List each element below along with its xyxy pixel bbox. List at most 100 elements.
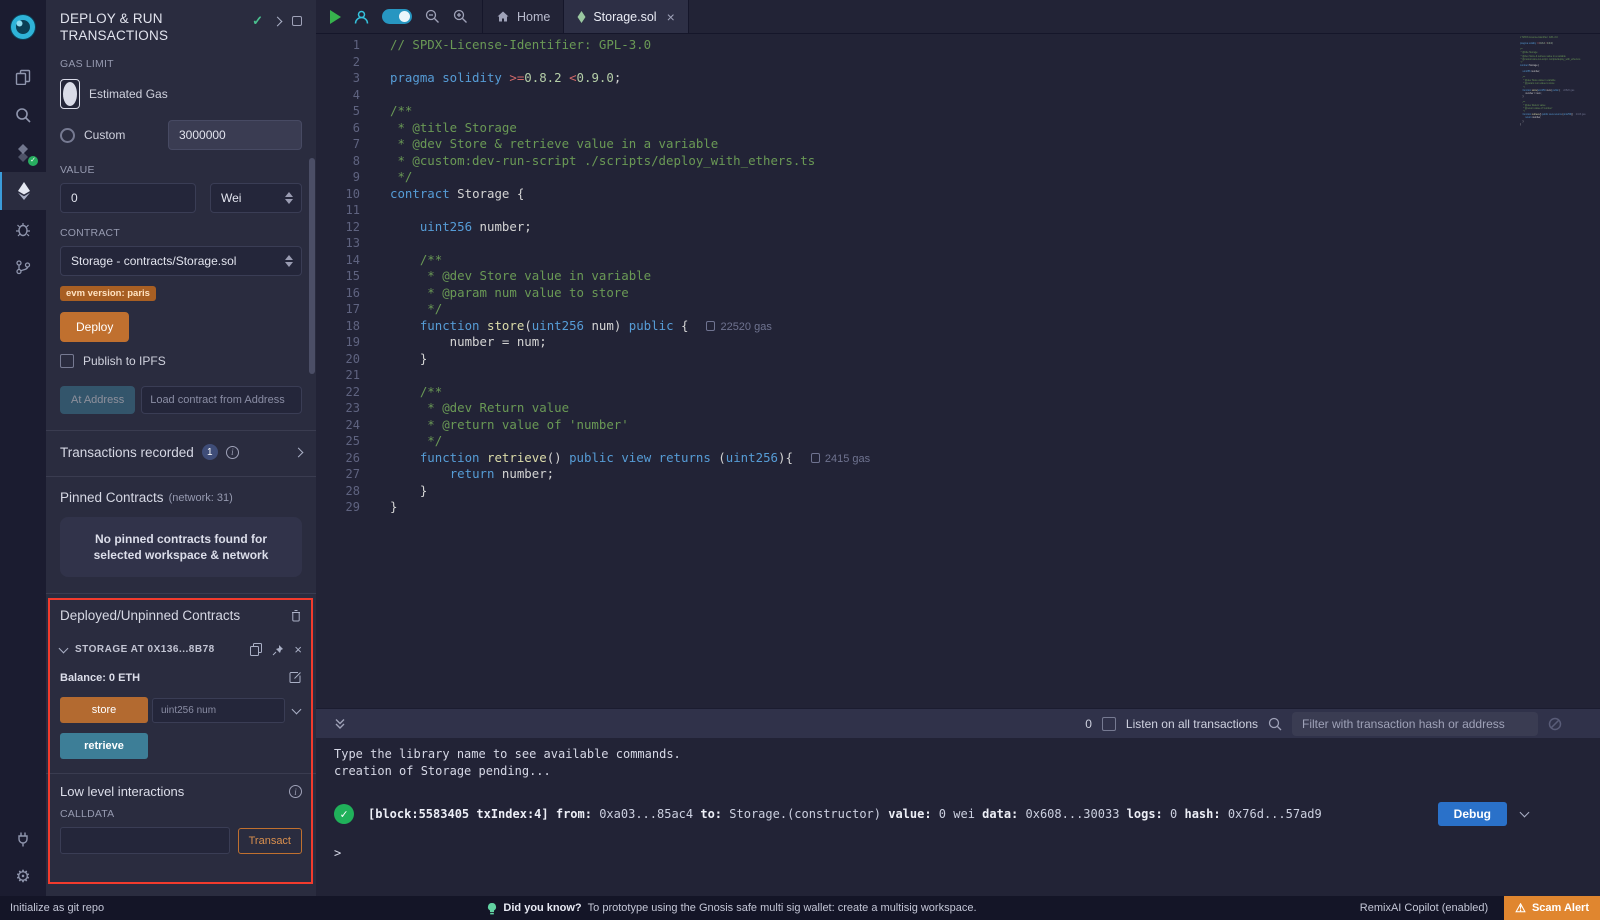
copilot-status[interactable]: RemixAI Copilot (enabled) <box>1360 902 1488 914</box>
low-level-title: Low level interactions <box>60 784 184 799</box>
copilot-toggle[interactable] <box>382 9 412 24</box>
estimated-gas-label: Estimated Gas <box>89 87 168 101</box>
filter-input[interactable] <box>1292 712 1538 736</box>
line-number: 15 <box>316 268 360 285</box>
transaction-log-row[interactable]: ✓ [block:5583405 txIndex:4] from: 0xa03.… <box>334 802 1600 826</box>
code-line: /** <box>390 252 1600 269</box>
code-editor[interactable]: 1234567891011121314151617181920212223242… <box>316 34 1600 708</box>
transact-button[interactable]: Transact <box>238 828 302 854</box>
retrieve-button[interactable]: retrieve <box>60 733 148 759</box>
plug-icon <box>15 831 31 847</box>
store-args-input[interactable] <box>152 698 285 723</box>
gas-annotation: 2415 gas <box>811 453 870 465</box>
code-line <box>390 202 1600 219</box>
rail-item-git[interactable] <box>0 248 46 286</box>
editor-code[interactable]: // SPDX-License-Identifier: GPL-3.0 pragm… <box>374 34 1600 708</box>
minimap[interactable]: // SPDX-License-Identifier: GPL-3.0pragm… <box>1520 36 1586 126</box>
store-expand-icon[interactable] <box>292 704 302 714</box>
terminal-prompt[interactable]: > <box>334 846 1600 860</box>
instance-expand-icon[interactable] <box>59 643 69 653</box>
line-number: 11 <box>316 202 360 219</box>
trash-icon[interactable] <box>290 609 302 622</box>
editor-toolbar: Home Storage.sol × <box>316 0 1600 34</box>
home-icon <box>496 10 510 23</box>
ai-assistant-icon[interactable] <box>354 10 369 24</box>
store-button[interactable]: store <box>60 697 148 723</box>
listen-checkbox[interactable] <box>1102 717 1116 731</box>
publish-ipfs-checkbox[interactable] <box>60 354 74 368</box>
transactions-expand-icon[interactable] <box>294 447 304 457</box>
line-number: 23 <box>316 400 360 417</box>
code-line: */ <box>390 433 1600 450</box>
panel-collapse-icon[interactable] <box>273 16 283 26</box>
code-line: function retrieve() public view returns … <box>390 450 1600 467</box>
tab-close-icon[interactable]: × <box>667 10 675 24</box>
custom-gas-radio[interactable] <box>60 128 75 143</box>
contract-select[interactable]: Storage - contracts/Storage.sol <box>60 246 302 276</box>
value-label: VALUE <box>60 164 302 176</box>
deploy-button[interactable]: Deploy <box>60 312 129 342</box>
terminal[interactable]: Type the library name to see available c… <box>316 738 1600 896</box>
gear-icon: ⚙ <box>15 867 30 887</box>
info-icon[interactable]: i <box>226 446 239 459</box>
value-unit-selected: Wei <box>221 191 241 205</box>
value-unit-select[interactable]: Wei <box>210 183 302 213</box>
search-icon <box>15 107 31 123</box>
tx-log-text: [block:5583405 txIndex:4] from: 0xa03...… <box>368 807 1424 821</box>
debug-button[interactable]: Debug <box>1438 802 1507 826</box>
code-line: function store(uint256 num) public {2252… <box>390 318 1600 335</box>
remove-instance-icon[interactable]: × <box>294 643 302 656</box>
evm-version-badge: evm version: paris <box>60 286 156 301</box>
tx-expand-icon[interactable] <box>1520 807 1530 817</box>
tab-storage-sol[interactable]: Storage.sol × <box>564 0 688 33</box>
line-number: 19 <box>316 334 360 351</box>
scam-alert-button[interactable]: ⚠ Scam Alert <box>1504 896 1600 920</box>
rail-item-file-explorer[interactable] <box>0 58 46 96</box>
rail-item-settings[interactable]: ⚙ <box>0 858 46 896</box>
code-line: */ <box>390 301 1600 318</box>
git-init-status[interactable]: Initialize as git repo <box>10 902 104 914</box>
at-address-button[interactable]: At Address <box>60 386 135 414</box>
code-line: return number; <box>390 466 1600 483</box>
remix-logo-icon <box>8 12 38 42</box>
contract-label: CONTRACT <box>60 227 302 239</box>
lightbulb-icon <box>487 902 497 915</box>
calldata-input[interactable] <box>60 827 230 854</box>
code-line <box>390 54 1600 71</box>
code-line: * @dev Return value <box>390 400 1600 417</box>
rail-item-solidity-compiler[interactable]: ✓ <box>0 134 46 172</box>
deployed-contracts-title: Deployed/Unpinned Contracts <box>60 608 240 623</box>
line-number: 8 <box>316 153 360 170</box>
rail-item-debugger[interactable] <box>0 210 46 248</box>
pin-panel-icon[interactable] <box>292 16 302 26</box>
line-number: 21 <box>316 367 360 384</box>
zoom-out-icon[interactable] <box>425 9 440 24</box>
transactions-count-badge: 1 <box>202 444 218 460</box>
remix-logo[interactable] <box>0 8 46 46</box>
code-line: } <box>390 351 1600 368</box>
terminal-expand-icon[interactable] <box>334 718 346 730</box>
tip-title: Did you know? <box>503 902 581 914</box>
at-address-input[interactable] <box>141 386 302 414</box>
copy-address-icon[interactable] <box>250 643 262 656</box>
panel-scrollbar[interactable] <box>309 158 315 374</box>
code-line: // SPDX-License-Identifier: GPL-3.0 <box>390 37 1600 54</box>
low-level-info-icon[interactable]: i <box>289 785 302 798</box>
pin-instance-icon[interactable] <box>272 644 284 656</box>
edit-balance-icon[interactable] <box>289 671 302 684</box>
estimated-gas-radio[interactable] <box>60 79 80 109</box>
rail-item-deploy-run[interactable] <box>0 172 46 210</box>
run-script-icon[interactable] <box>330 10 341 24</box>
zoom-in-icon[interactable] <box>453 9 468 24</box>
rail-item-search[interactable] <box>0 96 46 134</box>
gas-annotation: 2415 gas <box>1576 113 1586 116</box>
rail-item-plugin-manager[interactable] <box>0 820 46 858</box>
status-bar: Initialize as git repo Did you know? To … <box>0 896 1600 920</box>
value-input[interactable] <box>60 183 196 213</box>
code-line: uint256 number; <box>390 219 1600 236</box>
custom-gas-input[interactable] <box>168 120 302 150</box>
blocks-icon[interactable] <box>1548 717 1562 731</box>
editor-gutter: 1234567891011121314151617181920212223242… <box>316 34 374 708</box>
code-line: pragma solidity >=0.8.2 <0.9.0; <box>390 70 1600 87</box>
tab-home[interactable]: Home <box>482 0 564 33</box>
